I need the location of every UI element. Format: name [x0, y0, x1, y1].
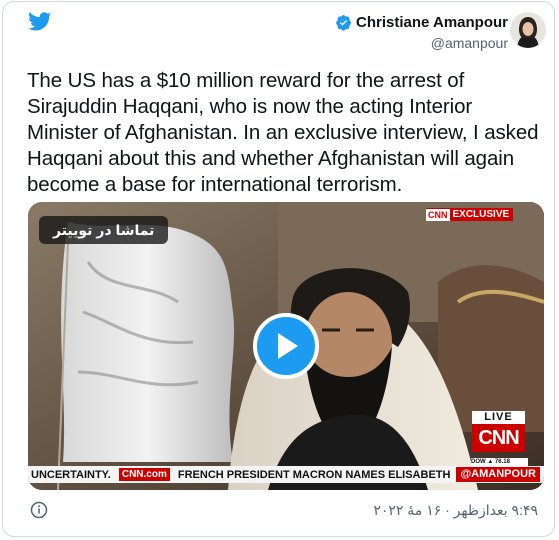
tweet-timestamp[interactable]: ۹:۴۹ بعدازظهر · ۱۶ مهٔ ۲۰۲۲	[373, 502, 538, 519]
exclusive-cnn-logo: CNN	[426, 208, 450, 221]
author-info[interactable]: Christiane Amanpour @amanpour	[335, 14, 508, 51]
twitter-bird-icon[interactable]	[28, 12, 52, 32]
verified-badge-icon	[336, 15, 351, 31]
stock-ticker: DOW ▲ 76.18	[471, 458, 528, 466]
author-display-name[interactable]: Christiane Amanpour	[356, 14, 508, 31]
crawl-handle: @AMANPOUR	[456, 467, 540, 482]
tweet-text: The US has a $10 million reward for the …	[27, 69, 539, 196]
live-label: LIVE	[472, 411, 525, 424]
author-handle[interactable]: @amanpour	[335, 35, 508, 51]
tweet-card[interactable]: Christiane Amanpour @amanpour The US has…	[2, 1, 555, 537]
cnn-exclusive-banner: CNN EXCLUSIVE	[426, 208, 514, 221]
video-player[interactable]: تماشا در توییتر CNN EXCLUSIVE LIVE CNN D…	[28, 202, 544, 490]
news-crawl: UNCERTAINTY. CNN.com FRENCH PRESIDENT MA…	[28, 466, 544, 483]
exclusive-label: EXCLUSIVE	[452, 209, 510, 220]
crawl-cnn-com: CNN.com	[118, 468, 170, 481]
play-icon	[278, 333, 298, 359]
play-button[interactable]	[253, 313, 319, 379]
info-icon[interactable]	[30, 501, 48, 519]
cnn-live-bug: LIVE CNN	[472, 411, 525, 452]
cnn-logo: CNN	[472, 424, 525, 452]
avatar-image	[510, 12, 546, 48]
avatar[interactable]	[510, 12, 546, 48]
crawl-left-text: UNCERTAINTY.	[31, 468, 111, 481]
crawl-headline: FRENCH PRESIDENT MACRON NAMES ELISABETH	[177, 468, 451, 481]
watch-on-twitter-badge[interactable]: تماشا در توییتر	[39, 216, 169, 244]
